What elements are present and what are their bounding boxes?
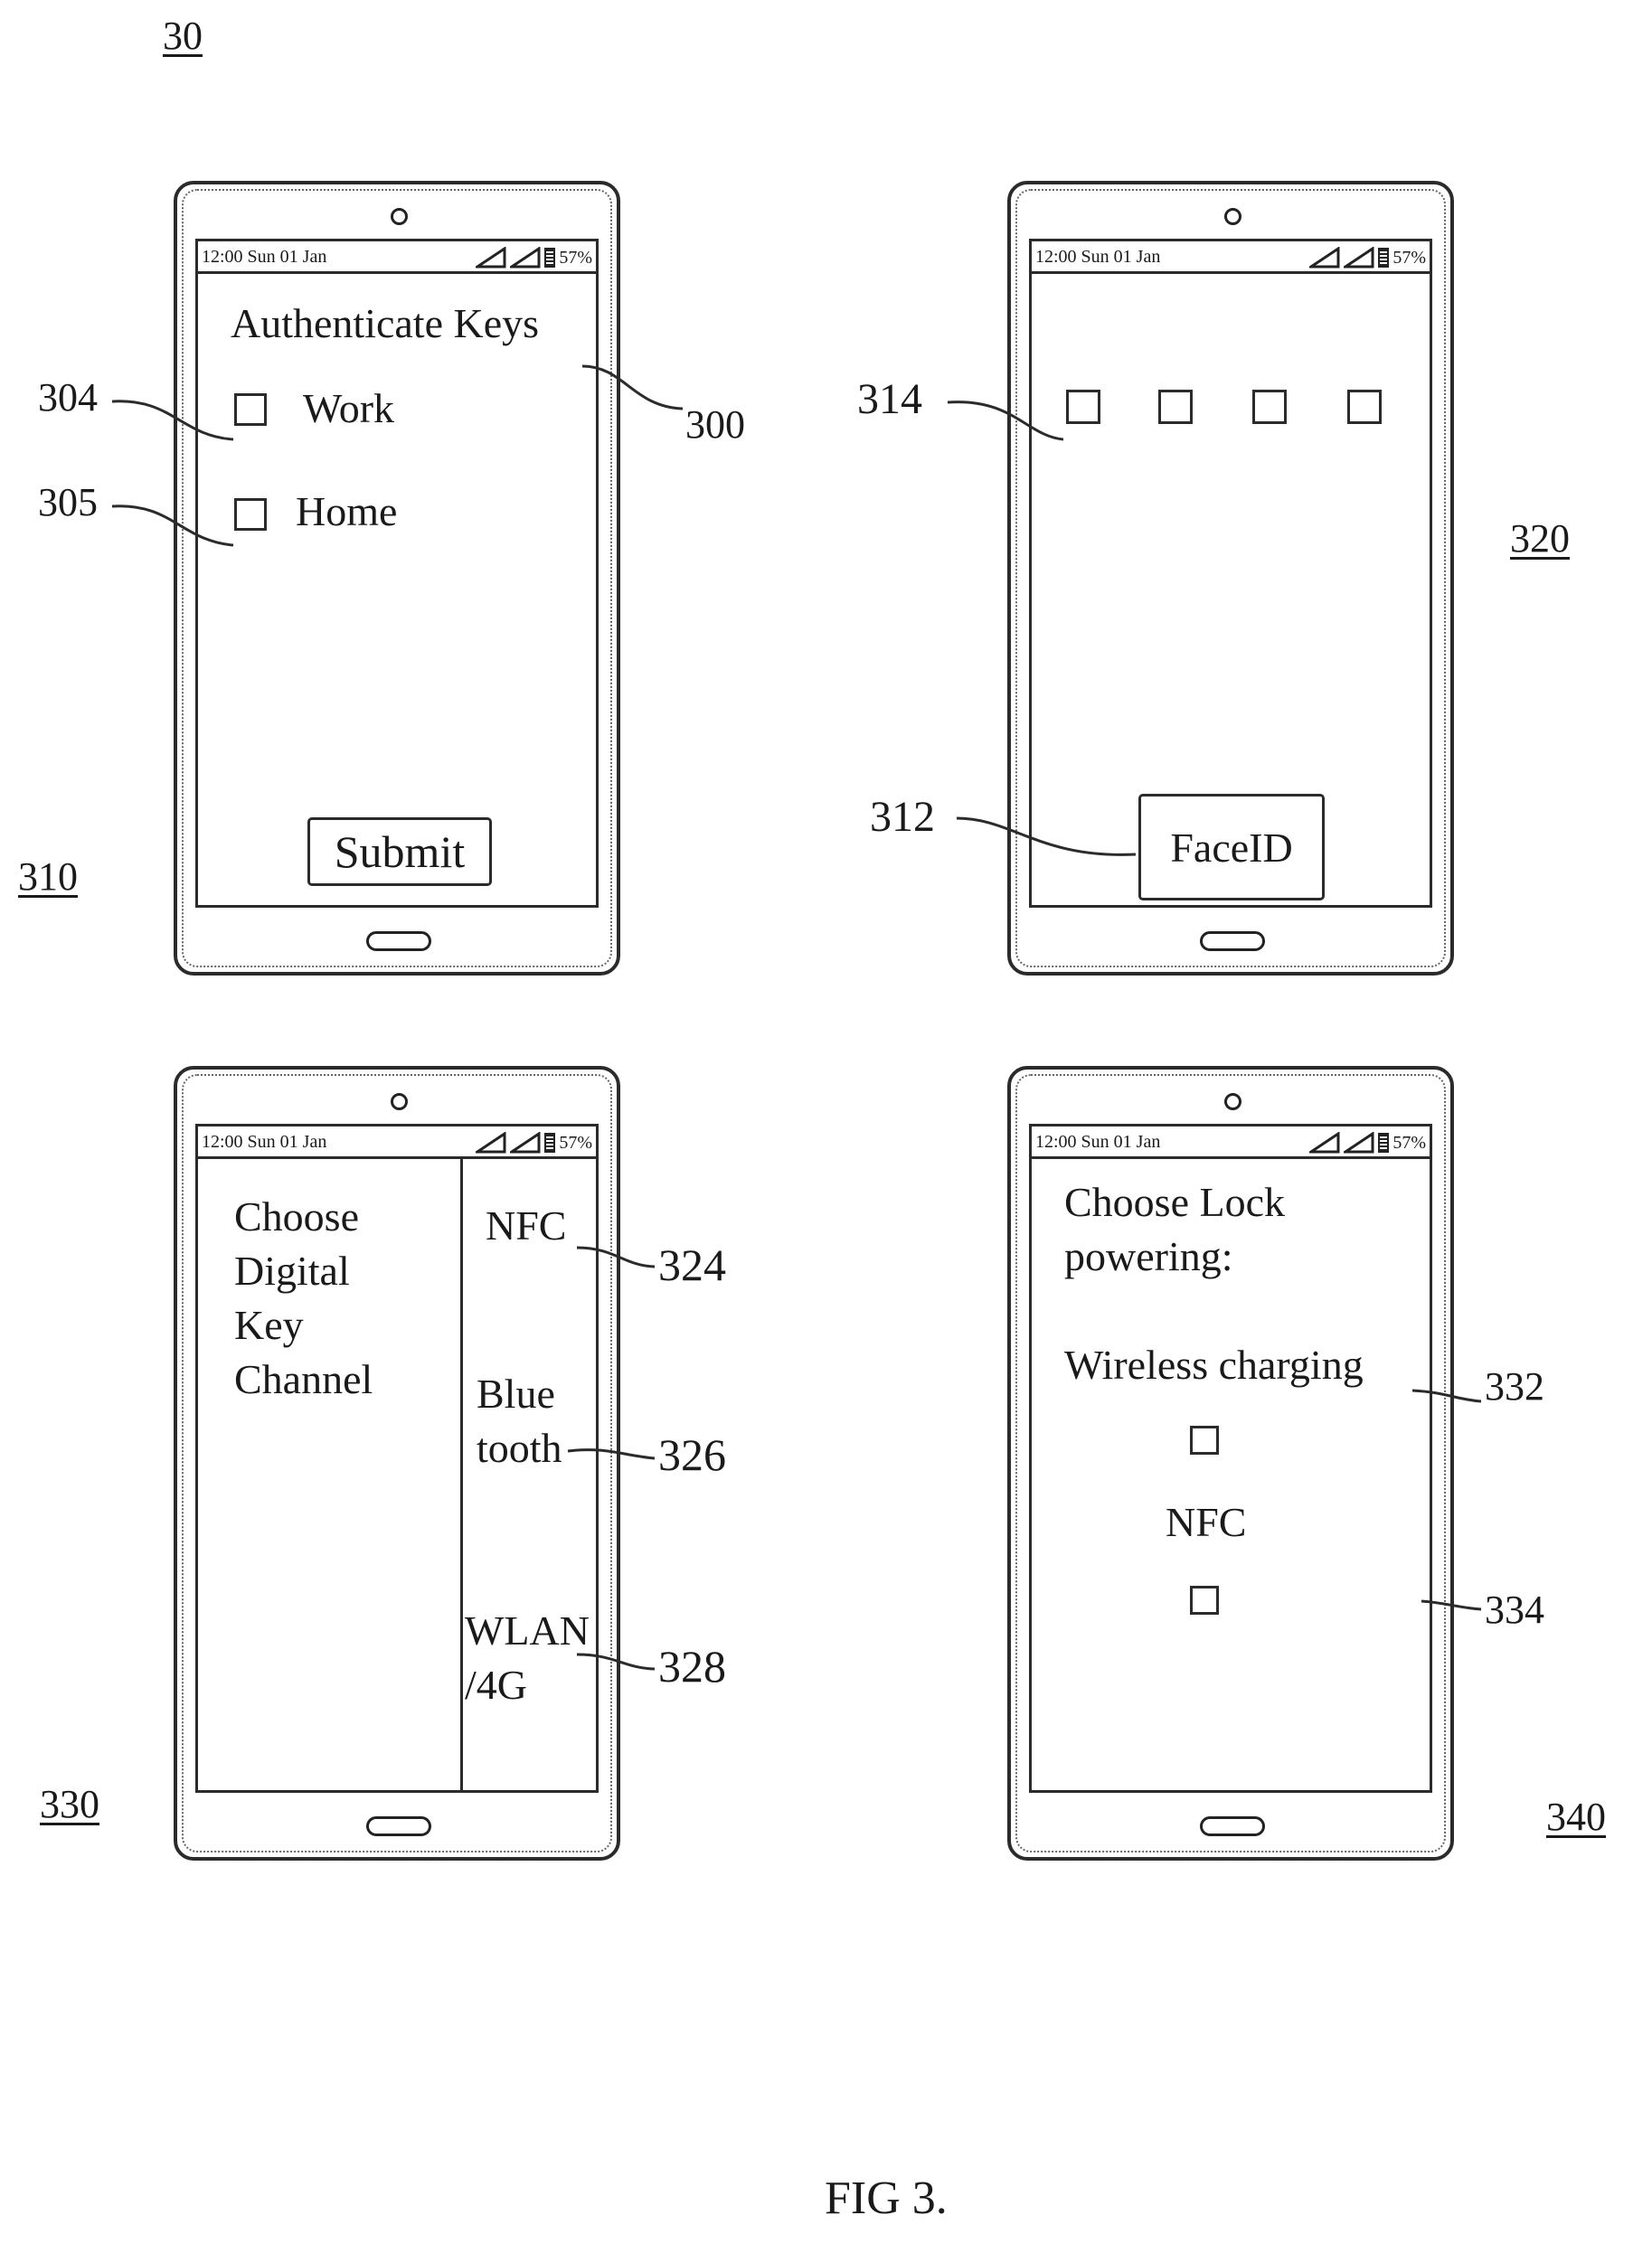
ref-328: 328 xyxy=(658,1640,726,1692)
figure-caption: FIG 3. xyxy=(825,2172,948,2225)
ref-305: 305 xyxy=(38,479,98,525)
ref-326: 326 xyxy=(658,1428,726,1481)
ref-310: 310 xyxy=(18,853,78,900)
ref-320: 320 xyxy=(1510,515,1570,561)
ref-332: 332 xyxy=(1485,1363,1544,1409)
ref-304: 304 xyxy=(38,374,98,420)
ref-324: 324 xyxy=(658,1239,726,1291)
ref-334: 334 xyxy=(1485,1587,1544,1633)
ref-312: 312 xyxy=(870,792,935,842)
ref-340: 340 xyxy=(1546,1794,1606,1840)
ref-300: 300 xyxy=(685,401,745,448)
ref-330: 330 xyxy=(40,1781,99,1827)
ref-314: 314 xyxy=(857,374,922,424)
leader-lines xyxy=(0,0,1652,2253)
